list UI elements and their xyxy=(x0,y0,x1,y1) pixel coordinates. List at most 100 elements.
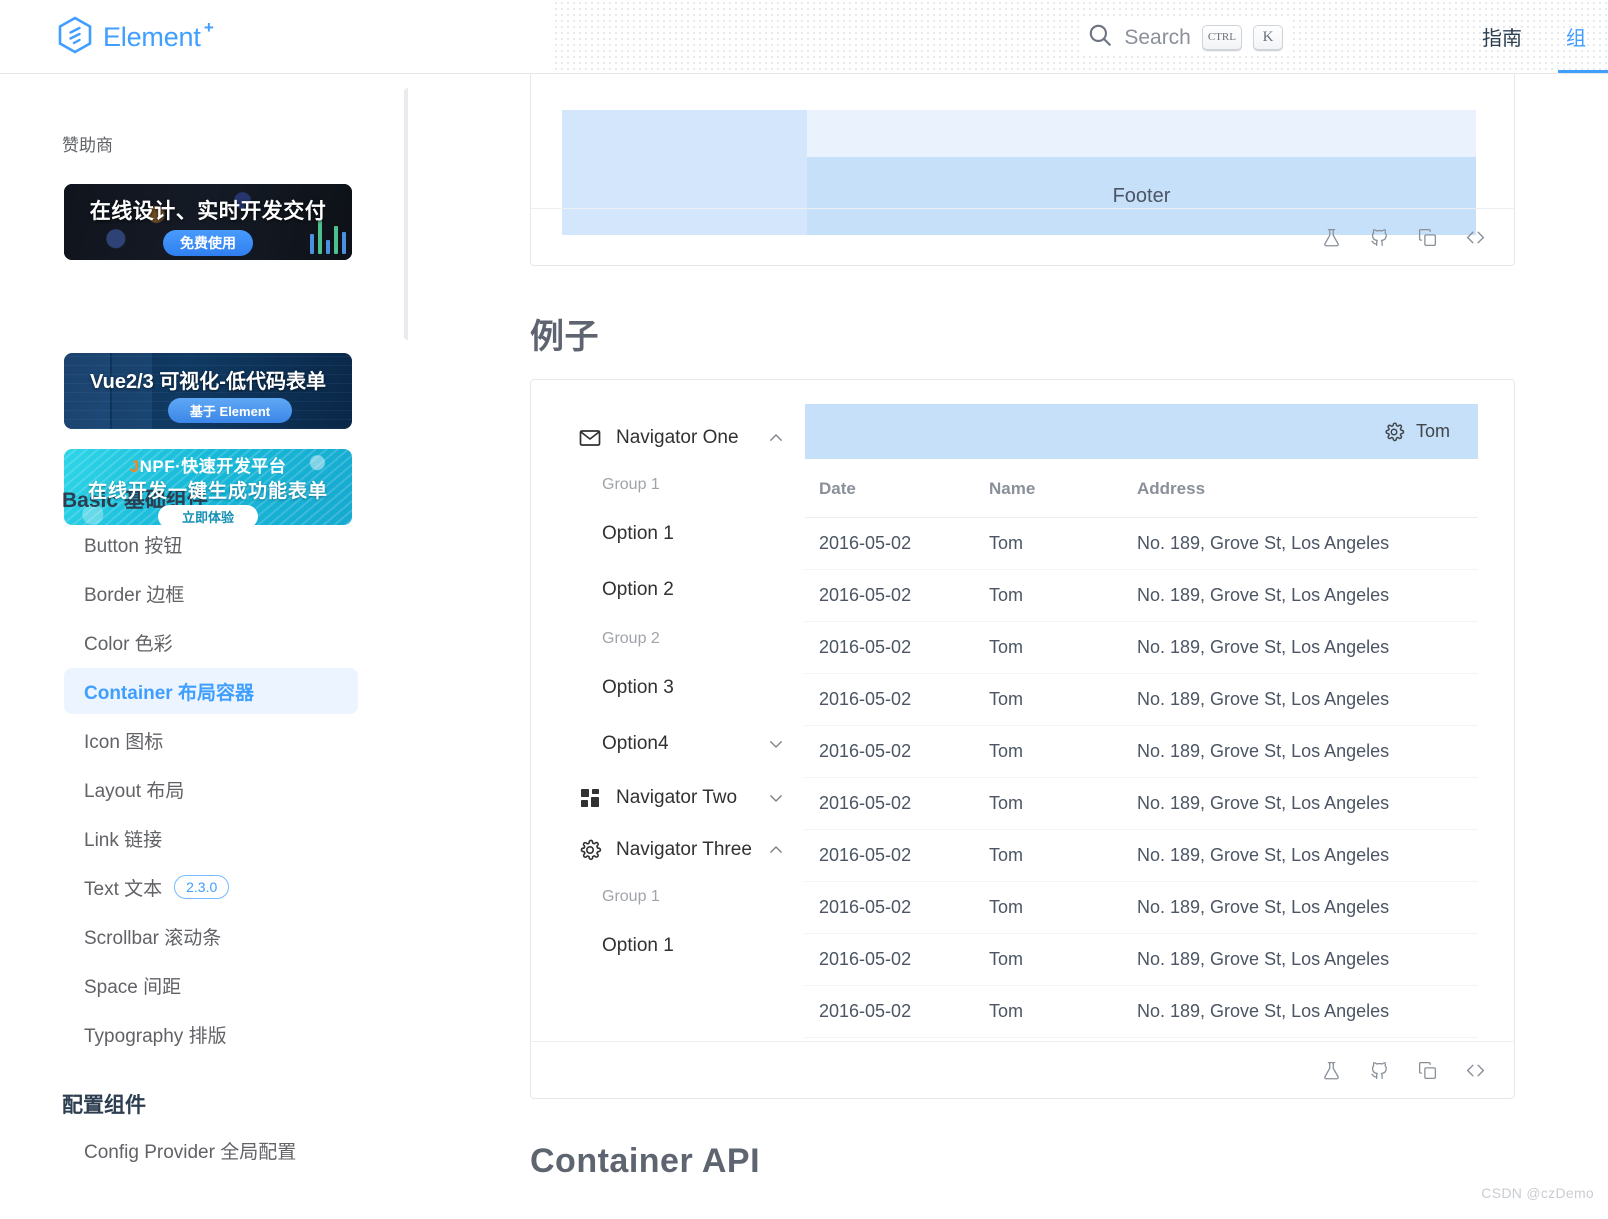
cell-address: No. 189, Grove St, Los Angeles xyxy=(1123,673,1478,726)
menu-label: Option 3 xyxy=(602,677,674,698)
sidebar-item-config-provider[interactable]: Config Provider 全局配置 xyxy=(64,1127,358,1173)
sponsor-ad-2[interactable]: Vue2/3 可视化-低代码表单 基于 Element xyxy=(64,353,352,429)
example-side-menu: Navigator One Group 1 Option 1 Option 2 … xyxy=(562,404,805,1038)
table-row[interactable]: 2016-05-02 Tom No. 189, Grove St, Los Ange… xyxy=(805,933,1478,986)
flask-icon[interactable] xyxy=(1320,1059,1342,1081)
ad1-cta-button[interactable]: 免费使用 xyxy=(163,229,253,256)
sidebar-item-label: Typography 排版 xyxy=(84,1025,227,1047)
cell-date: 2016-05-02 xyxy=(805,569,975,622)
table-row[interactable]: 2016-05-02 Tom No. 189, Grove St, Los Ange… xyxy=(805,881,1478,934)
table-head: Date Name Address xyxy=(805,459,1478,518)
cell-date: 2016-05-02 xyxy=(805,517,975,570)
message-icon xyxy=(578,426,602,450)
sidebar-item-color[interactable]: Color 色彩 xyxy=(64,619,358,665)
gear-icon[interactable] xyxy=(1383,421,1405,443)
sidebar-item-icon[interactable]: Icon 图标 xyxy=(64,717,358,763)
cell-date: 2016-05-02 xyxy=(805,725,975,778)
table-row[interactable]: 2016-05-02 Tom No. 189, Grove St, Los Ange… xyxy=(805,829,1478,882)
sidebar-item-label: Icon 图标 xyxy=(84,731,164,753)
sidebar-item-layout[interactable]: Layout 布局 xyxy=(64,766,358,812)
cell-address: No. 189, Grove St, Los Angeles xyxy=(1123,725,1478,778)
chevron-down-icon xyxy=(767,735,785,753)
cell-address: No. 189, Grove St, Los Angeles xyxy=(1123,829,1478,882)
cell-name: Tom xyxy=(975,933,1123,986)
search-button[interactable]: Search CTRL K xyxy=(1081,20,1289,55)
sidebar-item-link[interactable]: Link 链接 xyxy=(64,815,358,861)
logo-text-label: Element xyxy=(103,22,201,52)
sidebar-item-space[interactable]: Space 间距 xyxy=(64,962,358,1008)
top-header-bar: Element + Search CTRL K 指南 组 xyxy=(0,0,1608,74)
github-icon[interactable] xyxy=(1368,1059,1390,1081)
ad1-content: 在线设计、实时开发交付 免费使用 xyxy=(64,189,352,256)
sidebar-item-container[interactable]: Container 布局容器 xyxy=(64,668,358,714)
menu-item-option-4[interactable]: Option4 xyxy=(562,716,805,772)
code-icon[interactable] xyxy=(1464,226,1486,248)
ad3-content: JNPF·快速开发平台 在线开发一键生成功能表单 立即体验 xyxy=(64,449,352,525)
github-icon[interactable] xyxy=(1368,226,1390,248)
cell-date: 2016-05-02 xyxy=(805,621,975,674)
menu-item-option-3[interactable]: Option 3 xyxy=(562,660,805,716)
demo-footer-label: Footer xyxy=(1112,184,1171,207)
grid-icon xyxy=(578,786,602,810)
chevron-down-icon xyxy=(767,789,785,807)
cell-name: Tom xyxy=(975,881,1123,934)
menu-item-option-1[interactable]: Option 1 xyxy=(562,506,805,562)
ad3-brand-label: JNPF·快速开发平台 xyxy=(64,452,352,477)
copy-icon[interactable] xyxy=(1416,1059,1438,1081)
cell-address: No. 189, Grove St, Los Angeles xyxy=(1123,621,1478,674)
page-section-heading-examples: 例子 xyxy=(530,318,599,356)
ad3-cta-button[interactable]: 立即体验 xyxy=(157,505,258,525)
cell-address: No. 189, Grove St, Los Angeles xyxy=(1123,569,1478,622)
sponsor-ad-3[interactable]: JNPF·快速开发平台 在线开发一键生成功能表单 立即体验 xyxy=(64,449,352,525)
menu-item-option-2[interactable]: Option 2 xyxy=(562,562,805,618)
table-row[interactable]: 2016-05-02 Tom No. 189, Grove St, Los Ange… xyxy=(805,725,1478,778)
watermark-label: CSDN @czDemo xyxy=(1481,1185,1594,1201)
nav-item-guide[interactable]: 指南 xyxy=(1460,0,1544,73)
menu-submenu-navigator-two[interactable]: Navigator Two xyxy=(562,772,805,824)
search-icon xyxy=(1087,22,1113,53)
column-header-date: Date xyxy=(805,459,975,518)
sidebar-item-typography[interactable]: Typography 排版 xyxy=(64,1011,358,1057)
menu-label: Option 2 xyxy=(602,579,674,600)
sidebar-item-border[interactable]: Border 边框 xyxy=(64,570,358,616)
table-row[interactable]: 2016-05-02 Tom No. 189, Grove St, Los Ange… xyxy=(805,621,1478,674)
menu-submenu-navigator-three[interactable]: Navigator Three xyxy=(562,824,805,876)
code-icon[interactable] xyxy=(1464,1059,1486,1081)
sponsor-section-title: 赞助商 xyxy=(62,136,113,155)
sidebar-item-text[interactable]: Text 文本 2.3.0 xyxy=(64,864,358,910)
element-plus-logo[interactable]: Element + xyxy=(57,16,214,59)
table-row[interactable]: 2016-05-02 Tom No. 189, Grove St, Los Ange… xyxy=(805,517,1478,570)
kbd-ctrl: CTRL xyxy=(1201,24,1242,51)
ad3-brand-rest: NPF·快速开发平台 xyxy=(139,457,287,476)
cell-date: 2016-05-02 xyxy=(805,673,975,726)
table-row[interactable]: 2016-05-02 Tom No. 189, Grove St, Los Ange… xyxy=(805,777,1478,830)
cell-date: 2016-05-02 xyxy=(805,933,975,986)
logo-plus-label: + xyxy=(203,18,214,37)
sponsor-ad-1[interactable]: 在线设计、实时开发交付 免费使用 xyxy=(64,184,352,260)
nav-item-components[interactable]: 组 xyxy=(1544,0,1608,73)
main-content: Footer 例子 Navigator One Group 1 Option 1… xyxy=(408,74,1608,1219)
cell-name: Tom xyxy=(975,517,1123,570)
flask-icon[interactable] xyxy=(1320,226,1342,248)
ad3-brand-j: J xyxy=(129,457,140,476)
ad1-headline: 在线设计、实时开发交付 xyxy=(89,199,327,223)
cell-date: 2016-05-02 xyxy=(805,985,975,1038)
sidebar-item-scrollbar[interactable]: Scrollbar 滚动条 xyxy=(64,913,358,959)
cell-address: No. 189, Grove St, Los Angeles xyxy=(1123,777,1478,830)
menu-label: Option4 xyxy=(602,733,669,754)
header-username[interactable]: Tom xyxy=(1416,421,1450,442)
ad2-cta-button[interactable]: 基于 Element xyxy=(167,398,293,423)
menu-submenu-navigator-one[interactable]: Navigator One xyxy=(562,412,805,464)
sidebar-item-label: Scrollbar 滚动条 xyxy=(84,927,222,949)
example-preview: Navigator One Group 1 Option 1 Option 2 … xyxy=(562,404,1478,1038)
cell-date: 2016-05-02 xyxy=(805,881,975,934)
example-header-bar: Tom xyxy=(805,404,1478,459)
copy-icon[interactable] xyxy=(1416,226,1438,248)
sidebar-item-button[interactable]: Button 按钮 xyxy=(64,521,358,567)
table-row[interactable]: 2016-05-02 Tom No. 189, Grove St, Los Ange… xyxy=(805,569,1478,622)
cell-address: No. 189, Grove St, Los Angeles xyxy=(1123,881,1478,934)
table-row[interactable]: 2016-05-02 Tom No. 189, Grove St, Los Ange… xyxy=(805,673,1478,726)
cell-date: 2016-05-02 xyxy=(805,777,975,830)
menu-item-option-1-b[interactable]: Option 1 xyxy=(562,918,805,974)
table-row[interactable]: 2016-05-02 Tom No. 189, Grove St, Los Ange… xyxy=(805,985,1478,1038)
